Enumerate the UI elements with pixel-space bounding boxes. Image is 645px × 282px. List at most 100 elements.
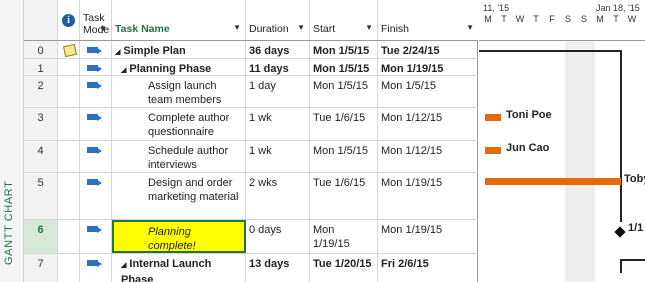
duration-cell[interactable]: 13 days (246, 254, 310, 282)
auto-scheduled-icon (87, 113, 103, 123)
duration-cell[interactable]: 11 days (246, 59, 310, 75)
table-row[interactable]: 0 ◢ Simple Plan 36 days Mon 1/5/15 Tue 2/… (24, 41, 478, 59)
select-all-corner[interactable] (24, 0, 58, 40)
duration-cell[interactable]: 36 days (246, 41, 310, 58)
task-name-text: Schedule author interviews (148, 145, 229, 171)
task-name-text: Assign launch team members (148, 80, 222, 106)
start-cell[interactable]: Mon 1/5/15 (310, 59, 378, 75)
table-row[interactable]: 4 Schedule author interviews 1 wk Mon 1/… (24, 141, 478, 173)
table-row[interactable]: 2 Assign launch team members 1 day Mon 1… (24, 76, 478, 108)
chevron-down-icon[interactable]: ▼ (365, 21, 373, 35)
row-id[interactable]: 4 (24, 141, 58, 172)
start-cell[interactable]: Tue 1/20/15 (310, 254, 378, 282)
task-bar[interactable] (485, 178, 621, 185)
start-cell[interactable]: Mon 1/5/15 (310, 41, 378, 58)
task-mode-cell[interactable] (80, 141, 112, 172)
indicator-cell (58, 141, 80, 172)
task-mode-cell[interactable] (80, 254, 112, 282)
summary-bar[interactable] (479, 50, 621, 52)
row-id[interactable]: 0 (24, 41, 58, 58)
table-row-selected[interactable]: 6 Planning complete! 0 days Mon 1/19/15 … (24, 220, 478, 254)
task-mode-cell[interactable] (80, 76, 112, 107)
task-name-cell[interactable]: ◢ Internal Launch Phase (112, 254, 246, 282)
task-name-cell[interactable]: Assign launch team members (112, 76, 246, 107)
task-name-cell[interactable]: Schedule author interviews (112, 141, 246, 172)
table-row[interactable]: 5 Design and order marketing material 2 … (24, 173, 478, 220)
chevron-down-icon[interactable]: ▼ (233, 21, 241, 35)
task-name-text: Simple Plan (123, 45, 186, 57)
start-cell[interactable]: Mon 1/19/15 (310, 220, 378, 253)
collapse-toggle-icon[interactable]: ◢ (115, 49, 120, 56)
collapse-toggle-icon[interactable]: ◢ (121, 67, 126, 74)
row-id[interactable]: 5 (24, 173, 58, 219)
start-cell[interactable]: Mon 1/5/15 (310, 141, 378, 172)
row-id[interactable]: 6 (24, 220, 58, 253)
auto-scheduled-icon (87, 146, 103, 156)
row-id[interactable]: 2 (24, 76, 58, 107)
finish-header[interactable]: Finish ▼ (378, 0, 478, 40)
duration-cell[interactable]: 1 wk (246, 108, 310, 140)
chevron-down-icon[interactable]: ▼ (99, 23, 107, 35)
task-mode-cell[interactable] (80, 173, 112, 219)
finish-cell[interactable]: Mon 1/19/15 (378, 220, 478, 253)
finish-cell[interactable]: Fri 2/6/15 (378, 254, 478, 282)
start-cell[interactable]: Tue 1/6/15 (310, 173, 378, 219)
task-name-cell[interactable]: ◢ Simple Plan (112, 41, 246, 58)
gantt-chart[interactable]: 11, '15 Jan 18, '15 M T W T F S S M T W … (479, 0, 645, 282)
task-name-cell-selected[interactable]: Planning complete! (112, 220, 246, 253)
task-mode-header[interactable]: Task Mode ▼ (80, 0, 112, 40)
task-name-header[interactable]: Task Name ▼ (112, 0, 246, 40)
task-mode-cell[interactable] (80, 108, 112, 140)
summary-bar[interactable] (620, 259, 645, 261)
finish-header-label: Finish (381, 23, 410, 35)
task-bar[interactable] (485, 147, 501, 154)
start-cell[interactable]: Tue 1/6/15 (310, 108, 378, 140)
chevron-down-icon[interactable]: ▼ (297, 21, 305, 35)
timescale-day: T (533, 14, 539, 24)
view-side-tab[interactable]: GANTT CHART (0, 0, 24, 282)
finish-cell[interactable]: Mon 1/5/15 (378, 76, 478, 107)
duration-cell[interactable]: 0 days (246, 220, 310, 253)
milestone-diamond[interactable] (614, 226, 626, 238)
task-name-cell[interactable]: Design and order marketing material (112, 173, 246, 219)
resource-label: Toni Poe (506, 109, 552, 121)
auto-scheduled-icon (87, 178, 103, 188)
note-icon[interactable] (62, 43, 78, 58)
task-mode-cell[interactable] (80, 220, 112, 253)
task-name-text: Planning Phase (129, 63, 212, 75)
timescale-days: M T W T F S S M T W (479, 14, 645, 28)
task-bar[interactable] (485, 114, 501, 121)
task-name-cell[interactable]: ◢ Planning Phase (112, 59, 246, 75)
finish-cell[interactable]: Mon 1/12/15 (378, 108, 478, 140)
task-mode-cell[interactable] (80, 41, 112, 58)
finish-cell[interactable]: Tue 2/24/15 (378, 41, 478, 58)
collapse-toggle-icon[interactable]: ◢ (121, 262, 126, 269)
finish-cell[interactable]: Mon 1/19/15 (378, 59, 478, 75)
task-name-header-label: Task Name (115, 23, 170, 35)
duration-cell[interactable]: 1 wk (246, 141, 310, 172)
start-cell[interactable]: Mon 1/5/15 (310, 76, 378, 107)
milestone-date-label: 1/1 (628, 222, 644, 234)
row-id[interactable]: 7 (24, 254, 58, 282)
table-row[interactable]: 7 ◢ Internal Launch Phase 13 days Tue 1/2… (24, 254, 478, 282)
timescale-header[interactable]: 11, '15 Jan 18, '15 M T W T F S S M T W (479, 0, 645, 41)
duration-header[interactable]: Duration ▼ (246, 0, 310, 40)
indicator-cell (58, 173, 80, 219)
table-row[interactable]: 1 ◢ Planning Phase 11 days Mon 1/5/15 Mon… (24, 59, 478, 76)
row-id[interactable]: 1 (24, 59, 58, 75)
finish-cell[interactable]: Mon 1/12/15 (378, 141, 478, 172)
duration-cell[interactable]: 2 wks (246, 173, 310, 219)
resource-label: Jun Cao (506, 142, 550, 154)
duration-cell[interactable]: 1 day (246, 76, 310, 107)
task-sheet: i Task Mode ▼ Task Name ▼ Duration ▼ Start… (24, 0, 478, 282)
table-row[interactable]: 3 Complete author questionnaire 1 wk Tue… (24, 108, 478, 141)
summary-bar-start (620, 259, 622, 273)
task-name-cell[interactable]: Complete author questionnaire (112, 108, 246, 140)
finish-cell[interactable]: Mon 1/19/15 (378, 173, 478, 219)
task-mode-cell[interactable] (80, 59, 112, 75)
row-id[interactable]: 3 (24, 108, 58, 140)
timescale-day: F (549, 14, 555, 24)
chevron-down-icon[interactable]: ▼ (466, 21, 474, 35)
indicators-header[interactable]: i (58, 0, 80, 40)
start-header[interactable]: Start ▼ (310, 0, 378, 40)
